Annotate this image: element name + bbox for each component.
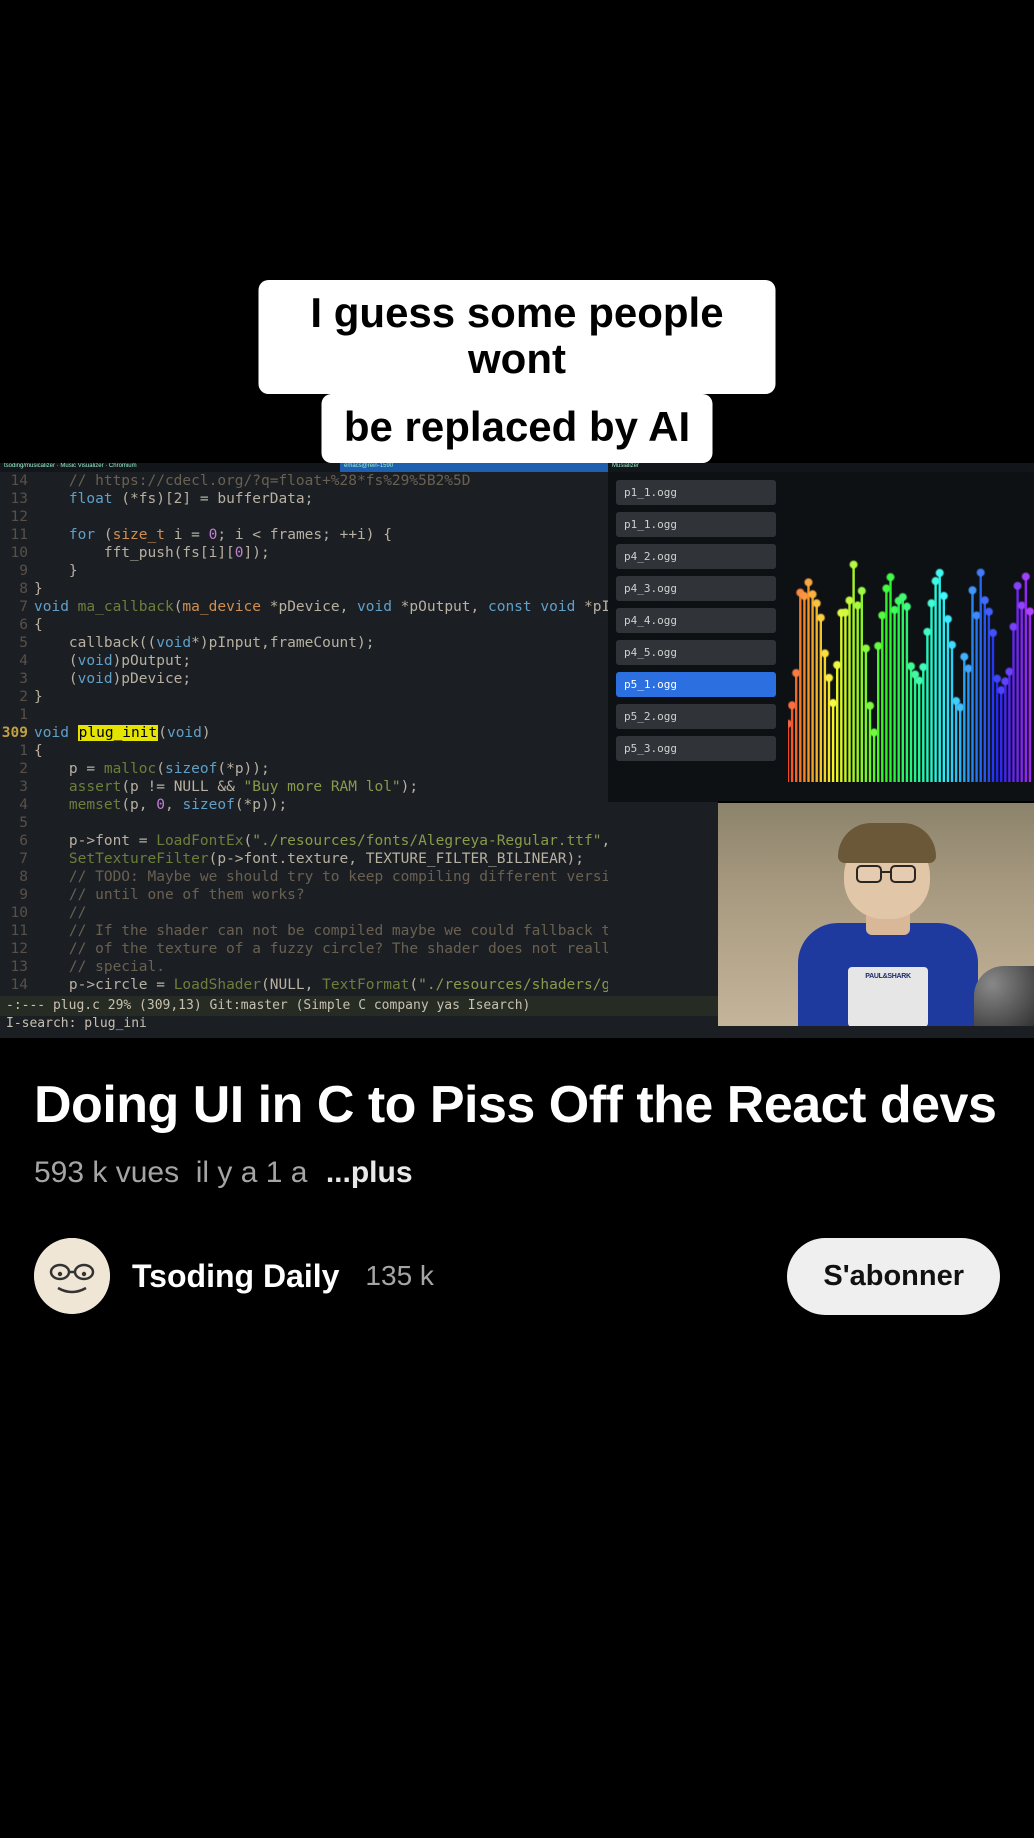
subscriber-count: 135 k [365,1260,434,1292]
tab-emacs: emacs@rein-1590 [340,463,608,472]
tab-browser: tsoding/musicalizer · Music Visualizer ·… [0,463,340,472]
shirt-logo: PAUL&SHARK [854,973,922,980]
video-meta[interactable]: 593 k vues il y a 1 a ...plus [34,1156,1000,1190]
file-item[interactable]: p4_4.ogg [616,608,776,633]
channel-avatar[interactable] [34,1238,110,1314]
show-more-button[interactable]: ...plus [326,1156,413,1189]
video-info: Doing UI in C to Piss Off the React devs… [0,1076,1034,1315]
caption-overlay: I guess some people wont be replaced by … [259,280,776,463]
code-editor: 14 // https://cdecl.org/?q=float+%28*fs%… [0,472,608,996]
file-item[interactable]: p4_5.ogg [616,640,776,665]
video-frame[interactable]: tsoding/musicalizer · Music Visualizer ·… [0,463,1034,1038]
file-item[interactable]: p5_2.ogg [616,704,776,729]
video-age: il y a 1 a [196,1156,308,1189]
file-item[interactable]: p4_3.ogg [616,576,776,601]
file-item[interactable]: p1_1.ogg [616,480,776,505]
microphone-icon [974,966,1034,1026]
view-count: 593 k vues [34,1156,179,1189]
window-tab-bar: tsoding/musicalizer · Music Visualizer ·… [0,463,1034,472]
file-item[interactable]: p5_1.ogg [616,672,776,697]
caption-line-2: be replaced by AI [322,394,712,462]
video-title[interactable]: Doing UI in C to Piss Off the React devs [34,1076,1000,1136]
visualizer-panel: p1_1.ogg p1_1.ogg p4_2.ogg p4_3.ogg p4_4.ogg… [608,472,1034,802]
webcam-overlay: PAUL&SHARK [718,801,1034,1026]
file-item[interactable]: p5_3.ogg [616,736,776,761]
audio-file-list: p1_1.ogg p1_1.ogg p4_2.ogg p4_3.ogg p4_4.ogg… [616,480,776,768]
subscribe-button[interactable]: S'abonner [787,1238,1000,1315]
tab-visualizer: Musializer [608,463,1034,472]
file-item[interactable]: p4_2.ogg [616,544,776,569]
channel-name[interactable]: Tsoding Daily [132,1258,339,1295]
caption-line-1: I guess some people wont [259,280,776,394]
spectrum-bars [788,492,1034,782]
file-item[interactable]: p1_1.ogg [616,512,776,537]
